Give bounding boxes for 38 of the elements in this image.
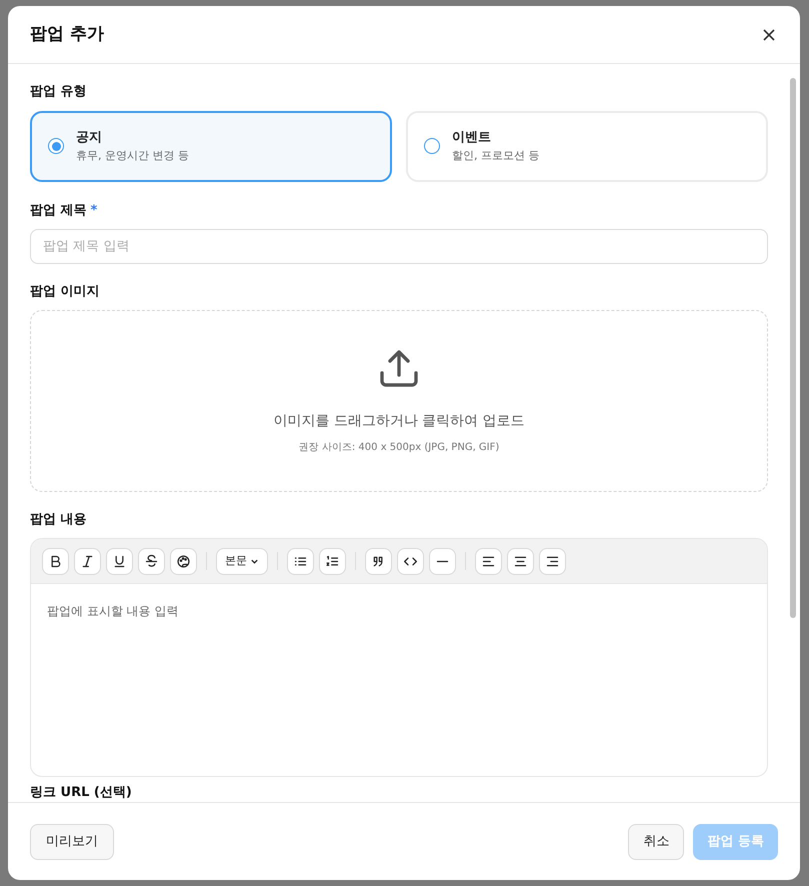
preview-button[interactable]: 미리보기 bbox=[30, 824, 114, 860]
option-description: 할인, 프로모션 등 bbox=[452, 148, 540, 164]
strikethrough-icon[interactable] bbox=[138, 548, 165, 575]
cancel-button[interactable]: 취소 bbox=[628, 824, 684, 860]
title-input[interactable]: 팝업 제목 입력 bbox=[30, 229, 768, 264]
align-right-icon[interactable] bbox=[539, 548, 566, 575]
close-icon[interactable] bbox=[762, 28, 776, 42]
option-description: 휴무, 운영시간 변경 등 bbox=[76, 148, 189, 164]
align-center-icon[interactable] bbox=[507, 548, 534, 575]
rich-text-editor[interactable]: 본문 팝업에 표시할 내용 입력 bbox=[30, 538, 768, 776]
type-option[interactable]: 이벤트 할인, 프로모션 등 bbox=[406, 110, 768, 182]
upload-dropzone[interactable]: 이미지를 드래그하거나 클릭하여 업로드 권장 사이즈: 400 x 500px (JPG, PNG, GIF) bbox=[30, 310, 768, 492]
bold-icon[interactable] bbox=[42, 548, 69, 575]
bullet-list-icon[interactable] bbox=[287, 548, 314, 575]
code-icon[interactable] bbox=[397, 548, 424, 575]
field-label: 팝업 내용 bbox=[30, 510, 88, 529]
palette-icon[interactable] bbox=[170, 548, 197, 575]
editor-placeholder: 팝업에 표시할 내용 입력 bbox=[46, 603, 180, 620]
dialog-title: 팝업 추가 bbox=[30, 22, 104, 46]
numbered-list-icon[interactable] bbox=[319, 548, 346, 575]
underline-icon[interactable] bbox=[106, 548, 133, 575]
field-label: 팝업 제목 bbox=[30, 202, 87, 220]
quote-icon[interactable] bbox=[365, 548, 392, 575]
italic-icon[interactable] bbox=[74, 548, 101, 575]
option-title: 이벤트 bbox=[452, 128, 492, 146]
field-label: 팝업 이미지 bbox=[30, 282, 101, 301]
align-left-icon[interactable] bbox=[475, 548, 502, 575]
upload-prompt: 이미지를 드래그하거나 클릭하여 업로드 bbox=[273, 412, 525, 432]
field-label: 팝업 유형 bbox=[30, 83, 88, 101]
radio-button[interactable] bbox=[424, 138, 440, 154]
text-style-dropdown[interactable]: 본문 bbox=[216, 548, 268, 575]
chevron-down-icon bbox=[250, 556, 259, 566]
radio-button[interactable] bbox=[48, 138, 64, 154]
upload-hint: 권장 사이즈: 400 x 500px (JPG, PNG, GIF) bbox=[298, 441, 500, 456]
type-option[interactable]: 공지 휴무, 운영시간 변경 등 bbox=[30, 110, 392, 182]
required-mark: * bbox=[90, 202, 98, 220]
option-title: 공지 bbox=[76, 128, 103, 146]
field-label: 링크 URL (선택) bbox=[30, 784, 133, 802]
